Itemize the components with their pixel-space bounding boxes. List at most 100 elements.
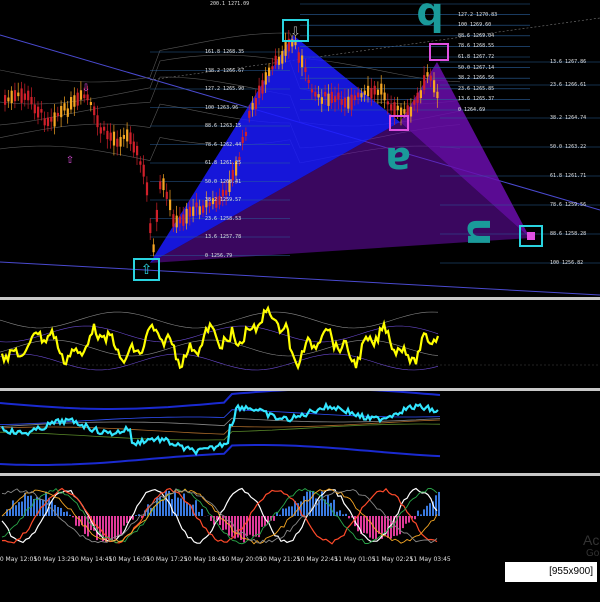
candlestick [57,113,59,116]
candlestick [113,132,115,146]
candlestick [192,207,194,216]
histogram-bar [282,509,284,516]
price-chart-canvas: ⇧⇩⇩⇧bau [0,0,600,297]
candlestick [265,72,267,84]
histogram-bar [174,491,176,516]
candlestick [271,66,273,69]
fib-level-label: 78.6 1262.44 [205,142,241,148]
indicator-1-canvas [0,300,600,386]
candlestick [384,93,386,101]
candlestick [159,181,161,189]
histogram-bar [438,492,440,516]
candlestick [278,57,280,65]
indicator-pane-1[interactable] [0,300,600,386]
indicator-pane-2[interactable] [0,391,600,471]
candlestick [172,214,174,227]
candlestick [430,76,432,81]
histogram-bar [408,516,410,523]
candlestick [354,95,356,100]
fib-level-label: 50.0 1263.22 [550,144,586,150]
fib-level-label: 0 1264.69 [458,107,485,113]
candlestick [311,89,313,92]
fib-level-label: 78.6 1268.55 [458,43,494,49]
candlestick [11,91,13,103]
candlestick [106,131,108,139]
fib-level-label: 78.6 1259.56 [550,202,586,208]
candlestick [202,206,204,213]
histogram-bar [339,510,341,516]
candlestick [410,107,412,117]
time-axis-label: 11 May 01:05 [334,556,375,563]
candlestick [70,97,72,110]
histogram-bar [201,509,203,516]
candlestick [50,117,52,122]
histogram-bar [357,516,359,531]
histogram-bar [18,502,20,516]
candlestick [337,93,339,100]
histogram-bar [426,506,428,516]
candlestick [255,98,257,109]
fib-level-label: 127.2 1265.90 [205,86,244,92]
cyan-signal-line [2,404,438,454]
fib-level-label: 13.6 1265.37 [458,96,494,102]
histogram-bar [198,512,200,516]
fib-level-label: 50.0 1260.41 [205,179,241,185]
histogram-bar [60,508,62,516]
candlestick [407,105,409,115]
candlestick [96,115,98,127]
fib-level-label: 38.2 1264.74 [550,115,586,121]
candlestick [397,106,399,110]
fib-level-label: 138.2 1266.67 [205,68,244,74]
time-axis-label: 10 May 20:05 [222,556,263,563]
candlestick [166,192,168,199]
histogram-bar [378,516,380,534]
histogram-bar [246,516,248,536]
candlestick [67,108,69,116]
candlestick [357,93,359,98]
histogram-bar [135,515,137,516]
fib-level-label: 100 1269.60 [458,22,491,28]
point-d-dot [527,232,535,240]
candlestick [436,92,438,98]
fib-level-label: 88.6 1263.15 [205,123,241,129]
candlestick [327,94,329,106]
up-arrow-icon: ⇧ [66,155,74,166]
histogram-bar [120,516,122,534]
trend-line [0,262,600,295]
histogram-bar [345,514,347,516]
candlestick [245,132,247,136]
price-chart-pane[interactable]: ⇧⇩⇩⇧bau 161.8 1268.35138.2 1266.67127.2 … [0,0,600,297]
envelope-line [0,33,460,82]
brand-fragment-2: Go [586,548,599,559]
histogram-bar [429,503,431,516]
candlestick [14,90,16,101]
indicator-pane-3[interactable] [0,476,600,554]
candlestick [21,88,23,102]
histogram-bar [186,502,188,516]
candlestick [186,209,188,224]
histogram-bar [261,516,263,527]
histogram-bar [123,516,125,526]
histogram-bar [177,498,179,516]
histogram-bar [279,515,281,516]
fib-level-label: 161.8 1268.35 [205,49,244,55]
down-arrow-icon: ⇩ [290,25,301,40]
histogram-bar [180,498,182,516]
candlestick [60,106,62,117]
histogram-bar [399,516,401,534]
candlestick [17,93,19,97]
candlestick [413,100,415,104]
candlestick [393,102,395,116]
histogram-bar [117,516,119,537]
time-axis-label: 10 May 13:25 [34,556,75,563]
histogram-bar [405,516,407,524]
band-line [0,312,438,328]
fib-level-label: 61.8 1261.71 [550,173,586,179]
fib-level-label: 23.6 1265.85 [458,86,494,92]
candlestick [417,93,419,103]
band-line [0,391,440,409]
candlestick [252,103,254,110]
fib-level-label: 200.1 1271.09 [210,1,249,7]
histogram-bar [111,516,113,540]
letter-b: b [416,0,443,39]
